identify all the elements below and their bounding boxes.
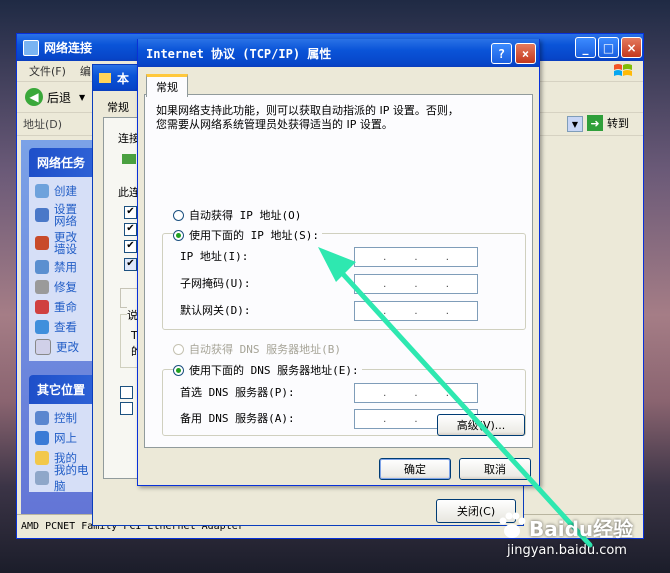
component-checkbox-2[interactable]: ✔	[124, 223, 137, 236]
tab-general[interactable]: 常规	[146, 74, 188, 97]
radio-auto-dns-label: 自动获得 DNS 服务器地址(B)	[189, 343, 341, 356]
gateway-row: 默认网关(D):	[180, 300, 251, 320]
subnet-mask-label: 子网掩码(U):	[180, 277, 251, 290]
go-arrow-icon: ➜	[587, 115, 603, 131]
go-label: 转到	[607, 117, 629, 130]
address-dropdown-icon[interactable]: ▼	[567, 116, 583, 132]
alternate-dns-row: 备用 DNS 服务器(A):	[180, 408, 295, 428]
radio-manual-dns-label: 使用下面的 DNS 服务器地址(E):	[189, 364, 359, 377]
change-settings-icon	[35, 339, 51, 355]
maximize-button[interactable]: □	[598, 37, 619, 58]
control-panel-icon	[35, 411, 49, 425]
computer-icon	[35, 471, 49, 485]
windows-logo-icon	[614, 64, 632, 76]
radio-auto-ip-label: 自动获得 IP 地址(O)	[189, 209, 302, 222]
help-button[interactable]: ?	[491, 43, 512, 64]
task-rename[interactable]: 重命	[35, 297, 99, 317]
chevron-down-icon[interactable]: ▼	[79, 93, 85, 102]
preferred-dns-row: 首选 DNS 服务器(P):	[180, 382, 295, 402]
repair-icon	[35, 280, 49, 294]
gateway-label: 默认网关(D):	[180, 304, 251, 317]
radio-auto-dns[interactable]: 自动获得 DNS 服务器地址(B)	[173, 341, 341, 357]
radio-manual-ip-label: 使用下面的 IP 地址(S):	[189, 229, 319, 242]
ip-address-row: IP 地址(I):	[180, 246, 248, 266]
task-repair[interactable]: 修复	[35, 277, 99, 297]
view-status-icon	[35, 320, 49, 334]
rename-icon	[35, 300, 49, 314]
task-setup[interactable]: 设置 网络	[35, 201, 99, 229]
alternate-dns-label: 备用 DNS 服务器(A):	[180, 412, 295, 425]
network-tasks-list: 创建 设置 网络 更改 墙设 禁用 修复 重命 查看 更改	[29, 177, 99, 361]
other-places-header[interactable]: 其它位置	[29, 375, 99, 404]
place-network[interactable]: 网上	[35, 428, 99, 448]
close-button[interactable]: ×	[621, 37, 642, 58]
connection-window-title: 本	[117, 71, 130, 86]
go-button[interactable]: ➜ 转到	[587, 115, 629, 131]
gateway-input[interactable]: ...	[354, 301, 478, 321]
task-firewall[interactable]: 更改 墙设	[35, 229, 99, 257]
component-checkbox-1[interactable]: ✔	[124, 206, 137, 219]
tcpip-properties-dialog: Internet 协议 (TCP/IP) 属性 ? × 常规 如果网络支持此功能…	[137, 39, 540, 486]
intro-line-2: 您需要从网络系统管理员处获得适当的 IP 设置。	[156, 118, 393, 131]
setup-network-icon	[35, 208, 49, 222]
task-view[interactable]: 查看	[35, 317, 99, 337]
baidu-paw-icon	[499, 512, 526, 538]
task-create[interactable]: 创建	[35, 181, 99, 201]
create-connection-icon	[35, 184, 49, 198]
disable-icon	[35, 260, 49, 274]
dialog-close-button[interactable]: ×	[515, 43, 536, 64]
general-tab-panel: 如果网络支持此功能，则可以获取自动指派的 IP 设置。否则， 您需要从网络系统管…	[144, 94, 533, 448]
task-change[interactable]: 更改	[35, 337, 99, 357]
network-window-title: 网络连接	[44, 41, 93, 55]
radio-manual-ip[interactable]: 使用下面的 IP 地址(S):	[173, 227, 322, 243]
ip-address-label: IP 地址(I):	[180, 250, 249, 263]
baidu-watermark: Baidu经验 jingyan.baidu.com	[493, 505, 663, 569]
component-checkbox-3[interactable]: ✔	[124, 240, 137, 253]
ip-address-input[interactable]: ...	[354, 247, 478, 267]
menu-file[interactable]: 文件(F)	[29, 63, 66, 79]
component-checkbox-4[interactable]: ✔	[124, 258, 137, 271]
radio-auto-ip-dot	[173, 209, 184, 221]
back-label: 后退	[47, 90, 72, 105]
subnet-mask-row: 子网掩码(U):	[180, 273, 251, 293]
place-computer[interactable]: 我的电脑	[35, 463, 99, 493]
watermark-url: jingyan.baidu.com	[507, 543, 627, 558]
cancel-button[interactable]: 取消	[459, 458, 531, 480]
tab-general-back[interactable]: 常规	[107, 99, 129, 115]
tcpip-title: Internet 协议 (TCP/IP) 属性	[146, 46, 332, 61]
radio-manual-ip-dot	[173, 229, 184, 241]
tcpip-titlebar[interactable]: Internet 协议 (TCP/IP) 属性 ? ×	[138, 39, 539, 67]
network-icon	[23, 39, 39, 56]
intro-line-1: 如果网络支持此功能，则可以获取自动指派的 IP 设置。否则，	[156, 104, 459, 117]
radio-manual-dns-dot	[173, 364, 184, 376]
minimize-button[interactable]: _	[575, 37, 596, 58]
intro-text: 如果网络支持此功能，则可以获取自动指派的 IP 设置。否则， 您需要从网络系统管…	[156, 104, 516, 132]
option-checkbox-1[interactable]	[120, 386, 133, 399]
option-checkbox-2[interactable]	[120, 402, 133, 415]
ok-button[interactable]: 确定	[379, 458, 451, 480]
task-pane: 网络任务 创建 设置 网络 更改 墙设 禁用 修复 重命 查看 更改 其它位置 …	[21, 140, 99, 515]
advanced-button[interactable]: 高级(V)...	[437, 414, 525, 436]
menu-edit[interactable]: 编	[80, 63, 91, 79]
watermark-brand: Baidu经验	[529, 517, 634, 541]
radio-manual-dns[interactable]: 使用下面的 DNS 服务器地址(E):	[173, 362, 362, 378]
back-button[interactable]: ◀ 后退 ▼	[25, 88, 85, 106]
adapter-icon	[122, 154, 136, 164]
firewall-icon	[35, 236, 49, 250]
subnet-mask-input[interactable]: ...	[354, 274, 478, 294]
task-disable[interactable]: 禁用	[35, 257, 99, 277]
back-arrow-icon: ◀	[25, 88, 43, 106]
preferred-dns-label: 首选 DNS 服务器(P):	[180, 386, 295, 399]
address-label: 地址(D)	[23, 118, 63, 131]
radio-auto-dns-dot	[173, 343, 184, 355]
network-tasks-header[interactable]: 网络任务	[29, 148, 99, 177]
folder-icon	[35, 451, 49, 465]
place-control-panel[interactable]: 控制	[35, 408, 99, 428]
radio-auto-ip[interactable]: 自动获得 IP 地址(O)	[173, 207, 301, 223]
network-places-icon	[35, 431, 49, 445]
other-places-list: 控制 网上 我的 我的电脑	[29, 404, 99, 493]
connection-icon	[99, 73, 111, 83]
preferred-dns-input[interactable]: ...	[354, 383, 478, 403]
